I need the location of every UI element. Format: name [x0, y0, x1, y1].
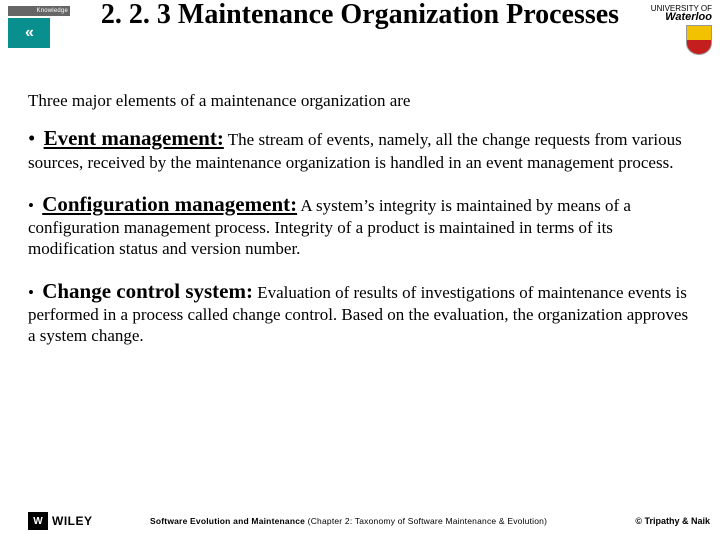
slide-title: 2. 2. 3 Maintenance Organization Process…	[0, 0, 720, 31]
list-item: • Configuration management: A system’s i…	[28, 191, 692, 260]
bullet-icon: •	[28, 196, 34, 215]
footer-copyright: © Tripathy & Naik	[635, 516, 710, 526]
list-item: • Event management: The stream of events…	[28, 125, 692, 173]
waterloo-name: Waterloo	[665, 11, 712, 23]
bullet-icon: •	[28, 126, 35, 150]
intro-text: Three major elements of a maintenance or…	[28, 90, 692, 111]
footer-center-rest: (Chapter 2: Taxonomy of Software Mainten…	[305, 516, 547, 526]
slide-footer: W WILEY Software Evolution and Maintenan…	[0, 504, 720, 534]
wiley-logo: W WILEY	[28, 512, 93, 530]
knowledge-logo: Knowledge «	[8, 6, 70, 50]
bullet-icon: •	[28, 283, 34, 302]
item-lead: Change control system:	[42, 279, 253, 303]
slide-root: Knowledge « UNIVERSITY OF Waterloo 2. 2.…	[0, 0, 720, 540]
slide-body: Three major elements of a maintenance or…	[0, 82, 720, 346]
list-item: • Change control system: Evaluation of r…	[28, 278, 692, 347]
waterloo-shield-icon	[686, 25, 712, 55]
wiley-text: WILEY	[52, 514, 93, 528]
item-lead: Configuration management:	[42, 192, 297, 216]
item-lead: Event management:	[44, 126, 224, 150]
knowledge-logo-icon: «	[25, 24, 33, 42]
wiley-mark-icon: W	[28, 512, 48, 530]
waterloo-logo: UNIVERSITY OF Waterloo	[651, 4, 712, 55]
footer-center: Software Evolution and Maintenance (Chap…	[150, 516, 590, 526]
knowledge-logo-text: Knowledge	[37, 8, 69, 14]
slide-header: Knowledge « UNIVERSITY OF Waterloo 2. 2.…	[0, 0, 720, 82]
footer-center-bold: Software Evolution and Maintenance	[150, 516, 305, 526]
